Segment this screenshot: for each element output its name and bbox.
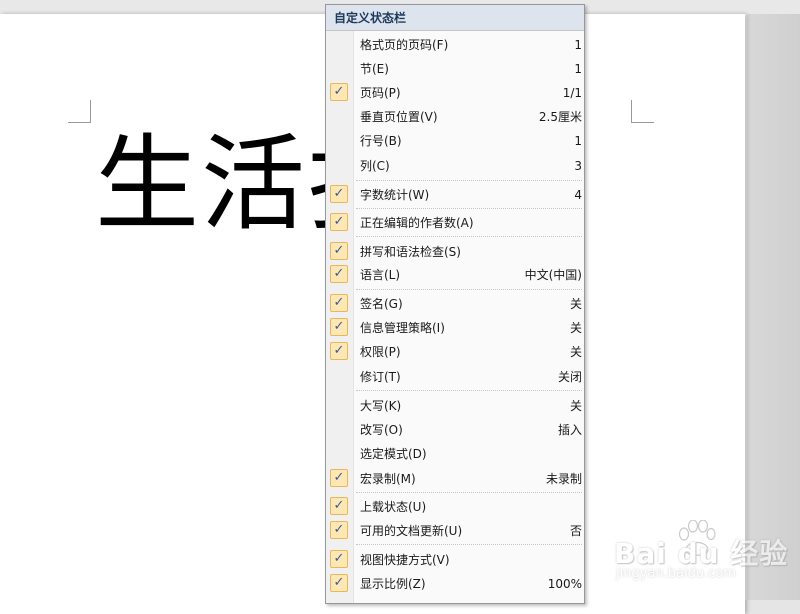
menu-item-label: 拼写和语法检查(S) (360, 245, 461, 259)
menu-item[interactable]: 格式页的页码(F) 1 (327, 33, 583, 57)
menu-item[interactable]: 行号(B) 1 (327, 129, 583, 153)
menu-item-label: 修订(T) (360, 370, 401, 384)
menu-item-value: 100% (547, 577, 582, 591)
menu-item-label: 节(E) (360, 62, 389, 76)
menu-separator (356, 236, 582, 237)
menu-item-value: 关 (569, 321, 582, 335)
menu-item-value: 1 (574, 134, 582, 148)
menu-item-label: 可用的文档更新(U) (360, 524, 463, 538)
menu-item[interactable]: 修订(T) 关闭 (327, 365, 583, 389)
menu-item-label: 格式页的页码(F) (360, 38, 449, 52)
menu-item-value: 关 (569, 399, 582, 413)
checkmark-icon: ✓ (330, 318, 348, 336)
menu-item-value: 3 (574, 159, 582, 173)
menu-separator (356, 180, 582, 181)
customize-status-bar-menu: 自定义状态栏 格式页的页码(F) 1 节(E) 1 ✓ 页码(P) 1/1 垂直页位置(V) 2… (325, 4, 585, 604)
menu-item[interactable]: ✓ 视图快捷方式(V) (327, 548, 583, 572)
menu-item-value: 2.5厘米 (538, 110, 582, 124)
menu-item[interactable]: ✓ 字数统计(W) 4 (327, 183, 583, 207)
menu-separator (356, 492, 582, 493)
watermark-sub-text: jingyan.baidu.com (616, 566, 736, 581)
menu-item-value: 关 (569, 345, 582, 359)
menu-item[interactable]: ✓ 签名(G) 关 (327, 292, 583, 316)
menu-item-value: 1/1 (562, 86, 582, 100)
menu-separator (356, 390, 582, 391)
menu-item[interactable]: ✓ 可用的文档更新(U) 否 (327, 519, 583, 543)
menu-item[interactable]: 改写(O) 插入 (327, 418, 583, 442)
checkmark-icon: ✓ (330, 574, 348, 592)
margin-corner-top-right (631, 100, 654, 123)
menu-item-label: 正在编辑的作者数(A) (360, 216, 474, 230)
menu-item-value: 插入 (557, 423, 582, 437)
menu-item-label: 垂直页位置(V) (360, 110, 438, 124)
menu-item-label: 字数统计(W) (360, 188, 430, 202)
menu-item[interactable]: 大写(K) 关 (327, 394, 583, 418)
menu-item[interactable]: 垂直页位置(V) 2.5厘米 (327, 105, 583, 129)
menu-item-value: 中文(中国) (524, 268, 582, 282)
baidu-jingyan-watermark: Bai du 经验 jingyan.baidu.com (614, 520, 794, 590)
menu-item-value: 1 (574, 62, 582, 76)
menu-item[interactable]: ✓ 上载状态(U) (327, 495, 583, 519)
checkmark-icon: ✓ (330, 497, 348, 515)
menu-item-label: 选定模式(D) (360, 447, 427, 461)
menu-item-label: 权限(P) (360, 345, 401, 359)
menu-item-label: 视图快捷方式(V) (360, 553, 450, 567)
menu-title: 自定义状态栏 (326, 5, 584, 31)
menu-item-label: 改写(O) (360, 423, 403, 437)
menu-item-label: 宏录制(M) (360, 472, 416, 486)
checkmark-icon: ✓ (330, 550, 348, 568)
menu-item-label: 页码(P) (360, 86, 401, 100)
menu-item-value: 1 (574, 38, 582, 52)
menu-separator (356, 544, 582, 545)
menu-item[interactable]: 节(E) 1 (327, 57, 583, 81)
menu-item[interactable]: ✓ 权限(P) 关 (327, 340, 583, 364)
menu-item-value: 未录制 (545, 472, 582, 486)
menu-separator (356, 289, 582, 290)
margin-corner-top-left (68, 100, 91, 123)
menu-item-label: 签名(G) (360, 297, 403, 311)
checkmark-icon: ✓ (330, 469, 348, 487)
menu-item-value: 关闭 (557, 370, 582, 384)
menu-item[interactable]: ✓ 信息管理策略(I) 关 (327, 316, 583, 340)
menu-item[interactable]: 选定模式(D) (327, 442, 583, 466)
checkmark-icon: ✓ (330, 342, 348, 360)
menu-item-label: 列(C) (360, 159, 390, 173)
menu-item-label: 上载状态(U) (360, 500, 427, 514)
menu-item-label: 信息管理策略(I) (360, 321, 445, 335)
menu-item[interactable]: ✓ 拼写和语法检查(S) (327, 240, 583, 264)
menu-item[interactable]: ✓ 正在编辑的作者数(A) (327, 211, 583, 235)
checkmark-icon: ✓ (330, 242, 348, 260)
checkmark-icon: ✓ (330, 265, 348, 283)
menu-item[interactable]: ✓ 页码(P) 1/1 (327, 81, 583, 105)
menu-item[interactable]: 列(C) 3 (327, 154, 583, 178)
menu-item[interactable]: ✓ 显示比例(Z) 100% (327, 572, 583, 596)
menu-item-label: 大写(K) (360, 399, 402, 413)
menu-item-label: 行号(B) (360, 134, 402, 148)
checkmark-icon: ✓ (330, 83, 348, 101)
checkmark-icon: ✓ (330, 185, 348, 203)
menu-item-label: 显示比例(Z) (360, 577, 426, 591)
menu-item-label: 语言(L) (360, 268, 401, 282)
menu-item-value: 否 (569, 524, 582, 538)
checkmark-icon: ✓ (330, 213, 348, 231)
checkmark-icon: ✓ (330, 521, 348, 539)
menu-item-value: 4 (574, 188, 582, 202)
menu-separator (356, 208, 582, 209)
menu-item-value: 关 (569, 297, 582, 311)
menu-item[interactable]: ✓ 语言(L) 中文(中国) (327, 263, 583, 287)
menu-item[interactable]: ✓ 宏录制(M) 未录制 (327, 467, 583, 491)
checkmark-icon: ✓ (330, 294, 348, 312)
